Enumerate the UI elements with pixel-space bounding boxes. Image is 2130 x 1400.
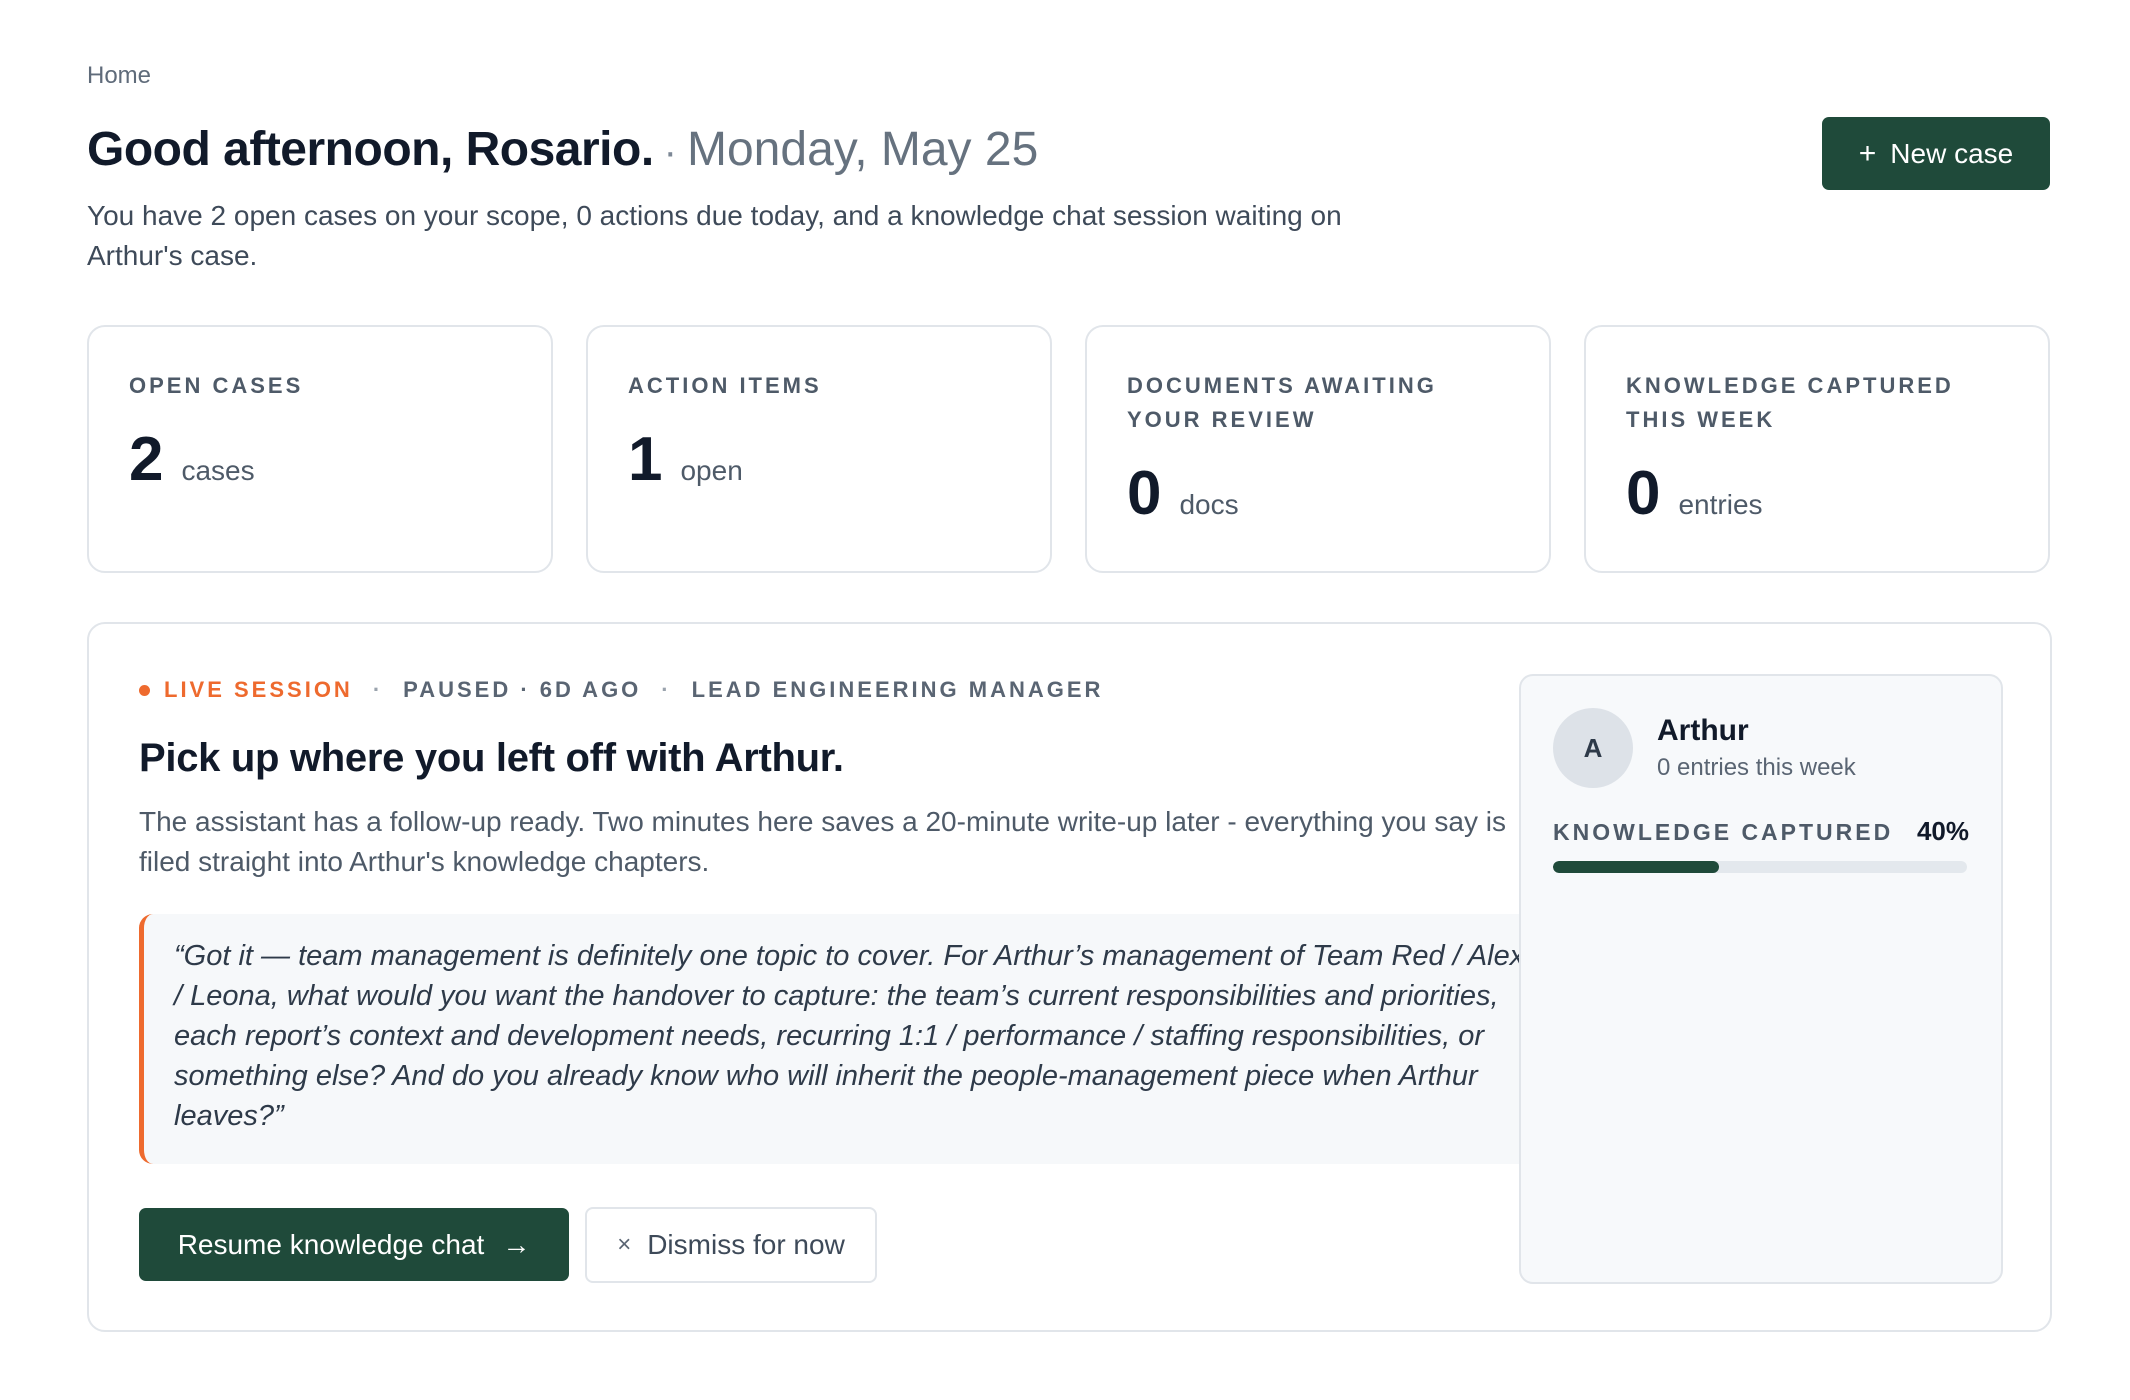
stat-value-row: 1 open [628,429,1010,491]
stat-unit: docs [1179,489,1239,520]
close-icon: × [617,1231,632,1258]
stat-unit: open [680,455,743,486]
live-session-label: LIVE SESSION [164,677,353,702]
session-status: PAUSED · 6D AGO [403,677,642,702]
page-subtitle: You have 2 open cases on your scope, 0 a… [87,200,1342,271]
breadcrumb[interactable]: Home [87,62,151,90]
session-description: The assistant has a follow-up ready. Two… [139,806,1506,877]
stat-card-open-cases[interactable]: OPEN CASES 2 cases [87,325,553,573]
stat-label: OPEN CASES [129,373,304,398]
live-session-card: LIVE SESSION · PAUSED · 6D AGO · LEAD EN… [87,622,2052,1332]
new-case-label: New case [1890,137,2014,169]
arrow-right-icon: → [502,1228,531,1260]
meta-separator: · [661,677,672,702]
stat-label: DOCUMENTS AWAITING YOUR REVIEW [1127,373,1437,432]
meta-separator: · [372,677,384,702]
page-title-row: Good afternoon, Rosario. · Monday, May 2… [87,122,1038,177]
person-info: Arthur 0 entries this week [1657,714,1856,782]
person-name: Arthur [1657,714,1749,747]
stat-label: ACTION ITEMS [628,373,822,398]
resume-knowledge-chat-button[interactable]: Resume knowledge chat → [139,1208,569,1281]
person-entries: 0 entries this week [1657,754,1856,781]
session-title: Pick up where you left off with Arthur. [139,736,844,780]
page-date: Monday, May 25 [687,123,1039,176]
knowledge-progress-fill [1553,861,1719,873]
stat-card-knowledge-captured[interactable]: KNOWLEDGE CAPTURED THIS WEEK 0 entries [1584,325,2050,573]
session-meta: LIVE SESSION · PAUSED · 6D AGO · LEAD EN… [139,677,1103,703]
stat-value-row: 0 docs [1127,463,1509,525]
knowledge-captured-percent: 40% [1916,816,1969,846]
avatar: A [1553,708,1633,788]
stat-value: 0 [1127,459,1162,528]
home-page: Home Good afternoon, Rosario. · Monday, … [0,0,2130,1400]
dismiss-label: Dismiss for now [647,1229,845,1260]
live-dot-icon [139,684,150,696]
stat-card-documents-review[interactable]: DOCUMENTS AWAITING YOUR REVIEW 0 docs [1085,325,1551,573]
knowledge-captured-label: KNOWLEDGE CAPTURED [1553,819,1894,845]
stat-value-row: 0 entries [1626,463,2008,525]
person-header[interactable]: A Arthur 0 entries this week [1553,708,1969,788]
new-case-button[interactable]: + New case [1822,117,2050,190]
title-separator: · [663,130,677,174]
stat-unit: cases [181,455,255,486]
knowledge-captured-row: KNOWLEDGE CAPTURED 40% [1553,816,1969,847]
page-title: Good afternoon, Rosario. [87,123,654,176]
stat-value: 0 [1626,459,1661,528]
stat-value: 2 [129,425,164,494]
stat-value-row: 2 cases [129,429,511,491]
stat-card-action-items[interactable]: ACTION ITEMS 1 open [586,325,1052,573]
knowledge-progress-track [1553,861,1967,873]
stats-row: OPEN CASES 2 cases ACTION ITEMS 1 open D… [87,325,2050,573]
person-panel: A Arthur 0 entries this week KNOWLEDGE C… [1519,674,2003,1284]
resume-label: Resume knowledge chat [177,1228,485,1260]
dismiss-button[interactable]: × Dismiss for now [585,1207,877,1283]
stat-value: 1 [628,425,663,494]
plus-icon: + [1858,136,1877,170]
stat-unit: entries [1678,489,1763,520]
session-role: LEAD ENGINEERING MANAGER [691,677,1104,702]
assistant-quote: “Got it — team management is definitely … [139,914,1559,1164]
stat-label: KNOWLEDGE CAPTURED THIS WEEK [1626,373,1954,432]
